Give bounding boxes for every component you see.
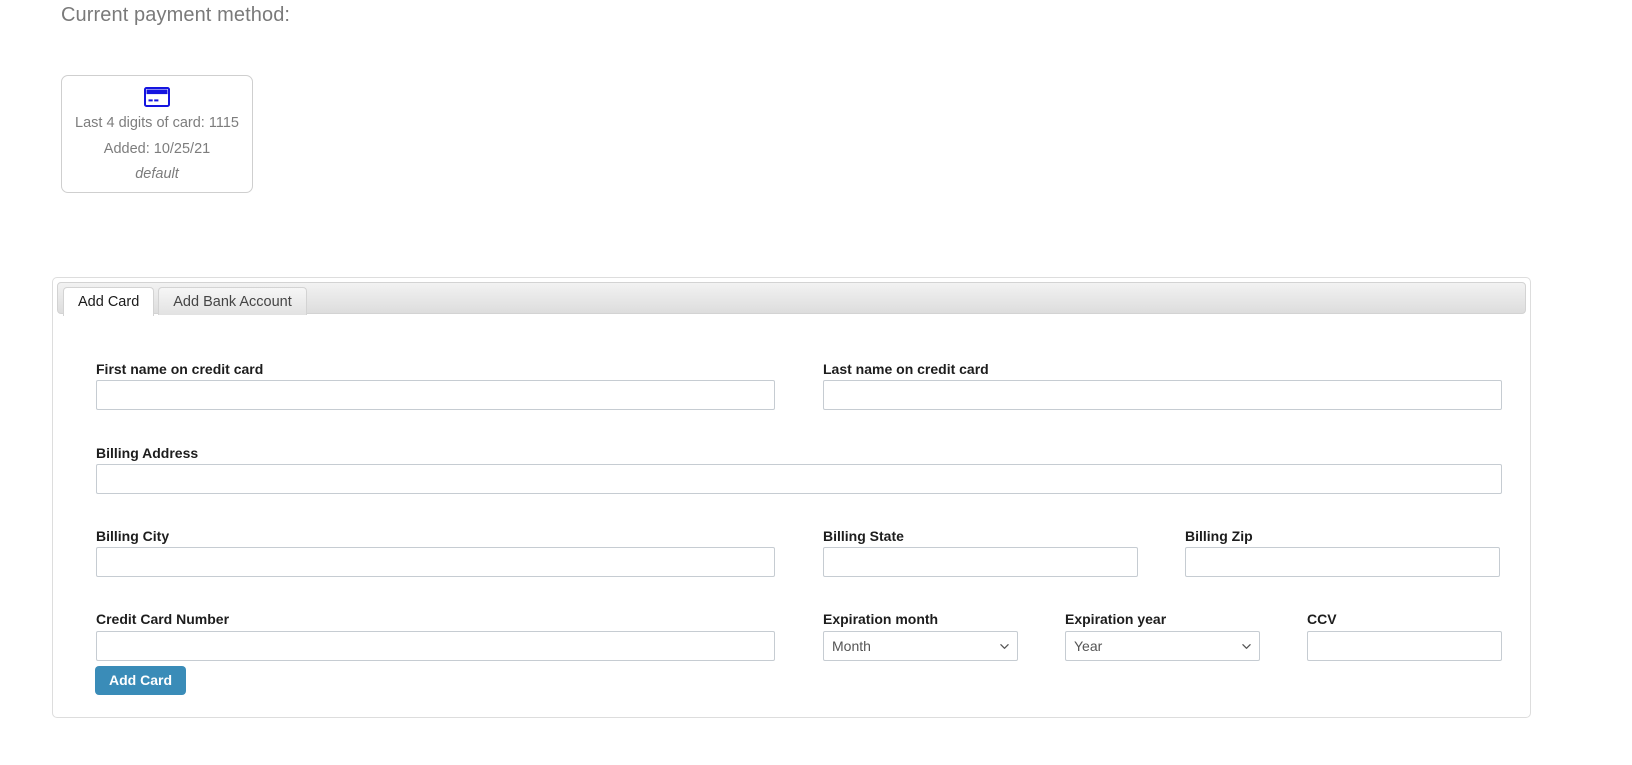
billing-state-label: Billing State bbox=[823, 528, 904, 544]
ccv-input[interactable] bbox=[1307, 631, 1502, 661]
expiration-month-select-wrap: Month bbox=[823, 631, 1018, 661]
expiration-month-select[interactable]: Month bbox=[823, 631, 1018, 661]
saved-payment-method-card[interactable]: Last 4 digits of card: 1115 Added: 10/25… bbox=[61, 75, 253, 193]
credit-card-number-input[interactable] bbox=[96, 631, 775, 661]
last-name-input[interactable] bbox=[823, 380, 1502, 410]
card-added-date-text: Added: 10/25/21 bbox=[103, 140, 211, 157]
last-name-label: Last name on credit card bbox=[823, 361, 989, 377]
credit-card-number-label: Credit Card Number bbox=[96, 611, 230, 627]
ccv-label: CCV bbox=[1307, 611, 1337, 627]
billing-zip-input[interactable] bbox=[1185, 547, 1500, 577]
page-title: Current payment method: bbox=[61, 4, 291, 26]
card-default-badge: default bbox=[135, 166, 179, 182]
tab-add-bank-account-label: Add Bank Account bbox=[173, 294, 292, 310]
billing-state-input[interactable] bbox=[823, 547, 1138, 577]
tab-add-card-label: Add Card bbox=[78, 294, 140, 310]
expiration-year-select-wrap: Year bbox=[1065, 631, 1260, 661]
first-name-input[interactable] bbox=[96, 380, 775, 410]
credit-card-icon bbox=[144, 87, 170, 107]
billing-address-input[interactable] bbox=[96, 464, 1502, 494]
add-card-button[interactable]: Add Card bbox=[95, 666, 186, 695]
billing-city-label: Billing City bbox=[96, 528, 170, 544]
card-last4-text: Last 4 digits of card: 1115 bbox=[75, 115, 239, 131]
tabs-header: Add Card Add Bank Account bbox=[57, 282, 1526, 316]
tab-add-bank-account[interactable]: Add Bank Account bbox=[158, 287, 307, 315]
first-name-label: First name on credit card bbox=[96, 361, 264, 377]
billing-zip-label: Billing Zip bbox=[1185, 528, 1253, 544]
billing-address-label: Billing Address bbox=[96, 445, 199, 461]
expiration-year-label: Expiration year bbox=[1065, 611, 1167, 627]
expiration-year-select[interactable]: Year bbox=[1065, 631, 1260, 661]
payment-method-tabs-panel: Add Card Add Bank Account First name on … bbox=[52, 277, 1531, 718]
tab-add-card[interactable]: Add Card bbox=[63, 287, 155, 316]
billing-city-input[interactable] bbox=[96, 547, 775, 577]
expiration-month-label: Expiration month bbox=[823, 611, 939, 627]
